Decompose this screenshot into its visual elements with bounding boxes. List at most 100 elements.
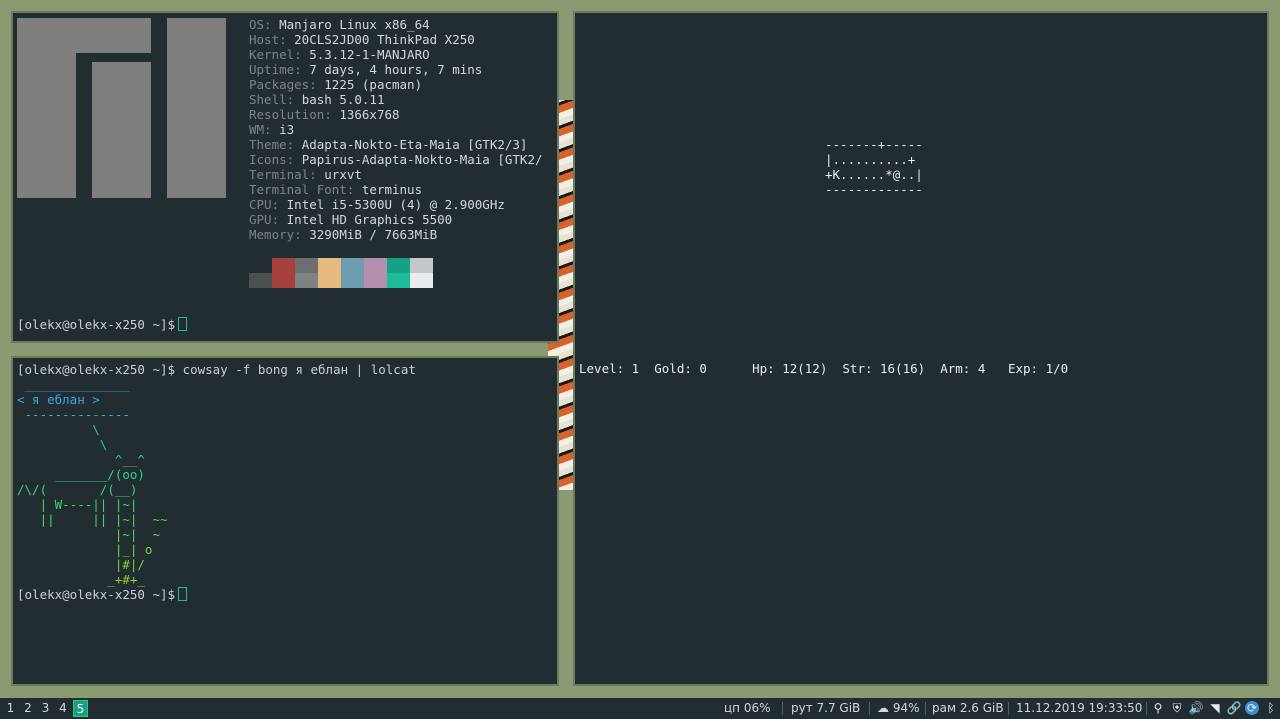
info-row: Theme: Adapta-Nokto-Eta-Maia [GTK2/3] — [249, 137, 543, 152]
info-value: Intel HD Graphics 5500 — [286, 212, 453, 227]
manjaro-logo-part — [92, 62, 151, 198]
info-row: GPU: Intel HD Graphics 5500 — [249, 212, 543, 227]
info-row: Kernel: 5.3.12-1-MANJARO — [249, 47, 543, 62]
color-swatch — [318, 258, 341, 288]
manjaro-logo-part — [17, 53, 76, 198]
command-line: [olekx@olekx-x250 ~]$ cowsay -f bong я е… — [17, 362, 416, 377]
ram-usage: рам 2.6 GiB — [932, 701, 1004, 715]
workspace-button-2[interactable]: 2 — [21, 700, 36, 717]
terminal-neofetch[interactable]: OS: Manjaro Linux x86_64 Host: 20CLS2JD00… — [11, 11, 559, 343]
info-row: Terminal Font: terminus — [249, 182, 543, 197]
cowsay-line: |~| ~ — [17, 527, 160, 542]
game-status-line: Level: 1 Gold: 0 Hp: 12(12) Str: 16(16) … — [579, 361, 1069, 376]
workspace-button-5[interactable]: 5 — [73, 700, 88, 717]
info-key: OS: — [249, 17, 280, 32]
location-icon[interactable]: ⚲ — [1151, 701, 1165, 715]
manjaro-logo-part — [167, 18, 226, 198]
info-row: Memory: 3290MiB / 7663MiB — [249, 227, 543, 242]
cpu-usage: цп 06% — [724, 701, 771, 715]
wifi-icon[interactable]: ◥ — [1208, 701, 1222, 715]
shell-prompt: [olekx@olekx-x250 ~]$ — [17, 317, 188, 332]
info-row: Packages: 1225 (pacman) — [249, 77, 543, 92]
manjaro-logo-part — [17, 18, 151, 53]
color-swatch — [249, 258, 272, 288]
cowsay-output: ______________ < я еблан > --------------… — [17, 377, 168, 587]
battery: ☁ 94% — [877, 698, 920, 719]
battery-level: 94% — [892, 701, 920, 715]
clock: 11.12.2019 19:33:50 — [1016, 701, 1143, 715]
status-bar: 12345 цп 06% рут 7.7 GiB ☁ 94% рам 2.6 G… — [0, 698, 1280, 719]
info-value: 1225 (pacman) — [324, 77, 423, 92]
map-row: ------------- — [825, 182, 923, 197]
info-key: Resolution: — [249, 107, 340, 122]
info-key: Shell: — [249, 92, 302, 107]
info-value: urxvt — [324, 167, 362, 182]
color-swatch — [341, 258, 364, 288]
info-key: Memory: — [249, 227, 310, 242]
cowsay-line: | W----|| |~| — [17, 497, 138, 512]
cowsay-line: \ — [17, 437, 108, 452]
divider — [925, 702, 926, 715]
prompt-text: [olekx@olekx-x250 ~]$ — [17, 317, 176, 332]
info-value: Intel i5-5300U (4) @ 2.900GHz — [286, 197, 505, 212]
info-row: OS: Manjaro Linux x86_64 — [249, 17, 543, 32]
info-value: bash 5.0.11 — [301, 92, 385, 107]
system-info: OS: Manjaro Linux x86_64 Host: 20CLS2JD00… — [249, 17, 543, 242]
info-value: 3290MiB / 7663MiB — [309, 227, 438, 242]
info-key: Icons: — [249, 152, 302, 167]
info-value: 5.3.12-1-MANJARO — [309, 47, 430, 62]
map-row: -------+----- — [825, 137, 923, 152]
info-key: Packages: — [249, 77, 325, 92]
terminal-cowsay[interactable]: [olekx@olekx-x250 ~]$ cowsay -f bong я е… — [11, 356, 559, 686]
divider — [869, 702, 870, 715]
bluetooth-icon[interactable]: ᛒ — [1264, 701, 1278, 715]
shield-icon[interactable]: ⛨ — [1170, 701, 1184, 715]
info-key: CPU: — [249, 197, 287, 212]
info-key: Terminal: — [249, 167, 325, 182]
cowsay-line: -------------- — [17, 407, 130, 422]
volume-icon[interactable]: 🔊 — [1189, 701, 1204, 715]
shell-prompt: [olekx@olekx-x250 ~]$ — [17, 587, 188, 602]
color-palette — [249, 258, 433, 288]
terminal-rogue[interactable]: -------+----- |..........+ +K......*@..| --… — [573, 11, 1269, 686]
workspace-button-3[interactable]: 3 — [38, 700, 53, 717]
cowsay-line: \ — [17, 422, 100, 437]
divider — [782, 702, 783, 715]
info-key: Kernel: — [249, 47, 310, 62]
info-row: Host: 20CLS2JD00 ThinkPad X250 — [249, 32, 543, 47]
color-swatch — [295, 258, 318, 288]
link-icon[interactable]: 🔗 — [1227, 701, 1242, 715]
dungeon-map: -------+----- |..........+ +K......*@..| --… — [825, 137, 923, 197]
cowsay-line: || || |~| ~~ — [17, 512, 168, 527]
info-key: WM: — [249, 122, 280, 137]
cowsay-line: ^__^ — [17, 452, 145, 467]
info-value: i3 — [279, 122, 295, 137]
cursor — [178, 317, 188, 331]
info-key: GPU: — [249, 212, 287, 227]
color-swatch — [410, 258, 433, 288]
info-value: Manjaro Linux x86_64 — [279, 17, 430, 32]
cowsay-line: _+#+_ — [17, 572, 145, 587]
divider — [1146, 702, 1147, 715]
color-swatch — [364, 258, 387, 288]
info-key: Terminal Font: — [249, 182, 362, 197]
cowsay-line: |_| o — [17, 542, 153, 557]
info-row: CPU: Intel i5-5300U (4) @ 2.900GHz — [249, 197, 543, 212]
cloud-icon: ☁ — [877, 701, 889, 715]
root-disk: рут 7.7 GiB — [791, 701, 861, 715]
cursor — [178, 587, 188, 601]
cowsay-line: /\/( /(__) — [17, 482, 138, 497]
update-icon[interactable]: ⟳ — [1245, 701, 1259, 715]
cowsay-line: |#|/ — [17, 557, 145, 572]
workspace-button-1[interactable]: 1 — [3, 700, 18, 717]
info-row: Resolution: 1366x768 — [249, 107, 543, 122]
info-key: Theme: — [249, 137, 302, 152]
info-row: Icons: Papirus-Adapta-Nokto-Maia [GTK2/ — [249, 152, 543, 167]
info-row: Terminal: urxvt — [249, 167, 543, 182]
workspace-button-4[interactable]: 4 — [56, 700, 71, 717]
info-value: Adapta-Nokto-Eta-Maia [GTK2/3] — [301, 137, 528, 152]
color-swatch — [387, 258, 410, 288]
info-row: Shell: bash 5.0.11 — [249, 92, 543, 107]
command-text: cowsay -f bong я еблан | lolcat — [175, 362, 416, 377]
info-key: Host: — [249, 32, 295, 47]
